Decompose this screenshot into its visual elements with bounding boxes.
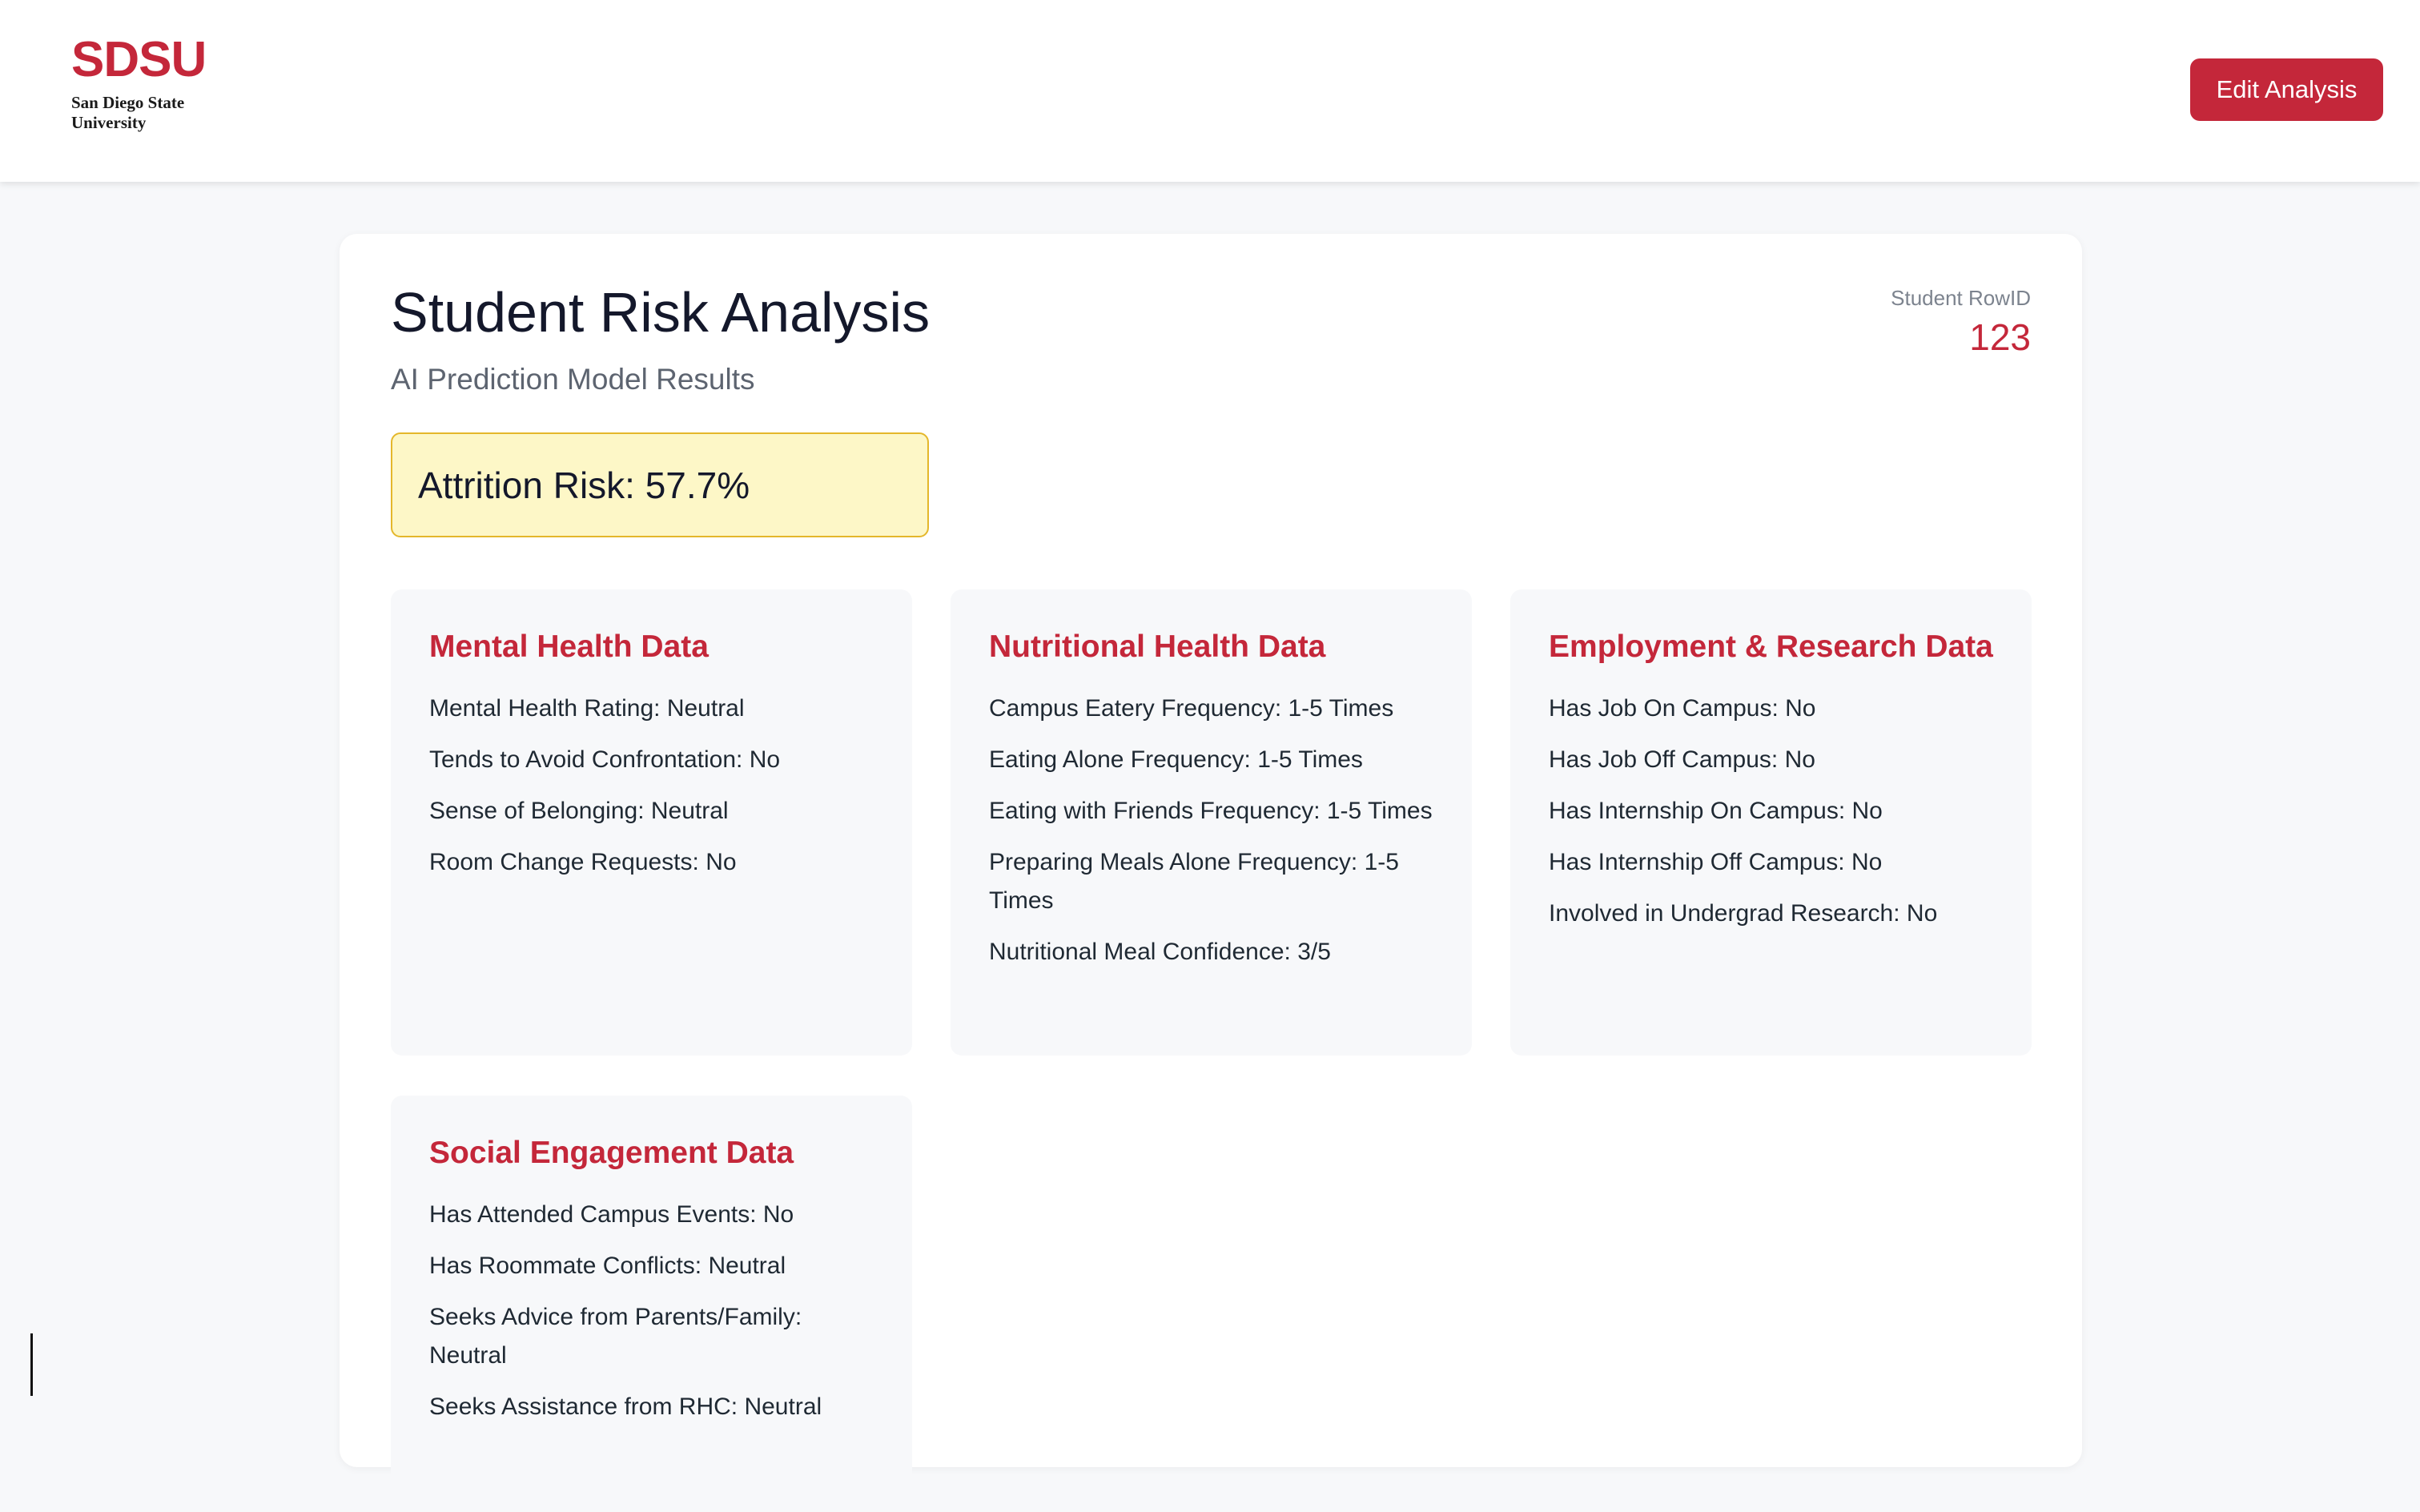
nutritional-health-panel: Nutritional Health Data Campus Eatery Fr… bbox=[951, 589, 1472, 1056]
top-header: SDSU San Diego State University Edit Ana… bbox=[0, 0, 2420, 182]
list-item: Mental Health Rating: Neutral bbox=[429, 695, 745, 722]
list-item: Preparing Meals Alone Frequency: 1-5 Tim… bbox=[989, 849, 1399, 914]
text-cursor bbox=[30, 1333, 33, 1396]
page-subtitle: AI Prediction Model Results bbox=[391, 363, 755, 396]
list-item: Eating with Friends Frequency: 1-5 Times bbox=[989, 798, 1433, 824]
panel-title: Nutritional Health Data bbox=[989, 629, 1326, 664]
list-item: Room Change Requests: No bbox=[429, 849, 737, 875]
attrition-risk-badge: Attrition Risk: 57.7% bbox=[391, 432, 929, 537]
sdsu-logo[interactable]: SDSU San Diego State University bbox=[71, 35, 207, 143]
list-item: Seeks Assistance from RHC: Neutral bbox=[429, 1393, 822, 1420]
analysis-card: Student Risk Analysis AI Prediction Mode… bbox=[340, 234, 2082, 1512]
student-rowid-label: Student RowID bbox=[1891, 286, 2031, 310]
panel-title: Mental Health Data bbox=[429, 629, 709, 664]
attrition-risk-text: Attrition Risk: 57.7% bbox=[418, 464, 750, 506]
panel-title: Employment & Research Data bbox=[1549, 629, 1993, 664]
list-item: Has Job Off Campus: No bbox=[1549, 746, 1815, 773]
list-item: Has Job On Campus: No bbox=[1549, 695, 1816, 722]
list-item: Has Internship Off Campus: No bbox=[1549, 849, 1883, 875]
student-rowid-value: 123 bbox=[1969, 316, 2031, 358]
list-item: Sense of Belonging: Neutral bbox=[429, 798, 729, 824]
social-engagement-panel: Social Engagement Data Has Attended Camp… bbox=[391, 1096, 912, 1512]
list-item: Eating Alone Frequency: 1-5 Times bbox=[989, 746, 1363, 773]
list-item: Has Internship On Campus: No bbox=[1549, 798, 1883, 824]
logo-mark: SDSU bbox=[71, 32, 207, 87]
edit-analysis-button[interactable]: Edit Analysis bbox=[2190, 58, 2383, 121]
list-item: Has Roommate Conflicts: Neutral bbox=[429, 1253, 786, 1279]
page-title: Student Risk Analysis bbox=[391, 281, 931, 344]
list-item: Campus Eatery Frequency: 1-5 Times bbox=[989, 695, 1394, 722]
employment-research-panel: Employment & Research Data Has Job On Ca… bbox=[1510, 589, 2032, 1056]
panel-title: Social Engagement Data bbox=[429, 1136, 794, 1170]
list-item: Nutritional Meal Confidence: 3/5 bbox=[989, 939, 1331, 965]
logo-subtitle: San Diego State University bbox=[71, 93, 185, 132]
mental-health-panel: Mental Health Data Mental Health Rating:… bbox=[391, 589, 912, 1056]
list-item: Seeks Advice from Parents/Family: Neutra… bbox=[429, 1304, 802, 1369]
list-item: Has Attended Campus Events: No bbox=[429, 1201, 794, 1228]
list-item: Involved in Undergrad Research: No bbox=[1549, 900, 1938, 927]
list-item: Tends to Avoid Confrontation: No bbox=[429, 746, 781, 773]
